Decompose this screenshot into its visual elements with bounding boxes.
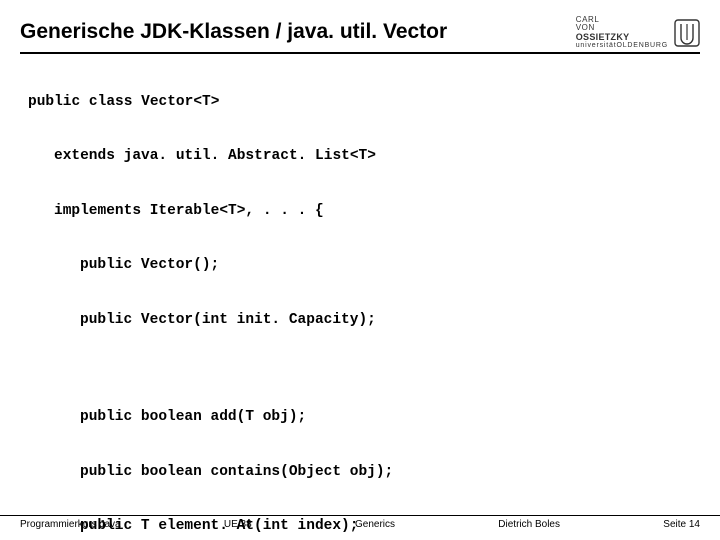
- code-line: implements Iterable<T>, . . . {: [20, 204, 700, 219]
- slide: Generische JDK-Klassen / java. util. Vec…: [0, 0, 720, 540]
- code-block: public class Vector<T> extends java. uti…: [20, 66, 700, 540]
- logo-text: CARL VON OSSIETZKY universitätOLDENBURG: [576, 16, 668, 50]
- footer-topic: Generics: [355, 519, 395, 530]
- footer-unit: UE 38: [224, 519, 252, 530]
- footer-page: Seite 14: [663, 519, 700, 530]
- footer-author: Dietrich Boles: [498, 519, 560, 530]
- code-line: public boolean add(T obj);: [20, 410, 700, 425]
- university-mark-icon: [674, 19, 700, 47]
- code-gap: [20, 367, 700, 381]
- code-line: public boolean contains(Object obj);: [20, 465, 700, 480]
- footer-course: Programmierkurs Java: [20, 519, 121, 530]
- university-logo: CARL VON OSSIETZKY universitätOLDENBURG: [576, 14, 700, 50]
- code-line: extends java. util. Abstract. List<T>: [20, 149, 700, 164]
- page-title: Generische JDK-Klassen / java. util. Vec…: [20, 14, 447, 44]
- title-row: Generische JDK-Klassen / java. util. Vec…: [20, 14, 700, 54]
- footer: Programmierkurs Java UE 38 Generics Diet…: [0, 515, 720, 530]
- logo-line-4: universitätOLDENBURG: [576, 42, 668, 49]
- logo-line-3: OSSIETZKY: [576, 33, 668, 42]
- code-line: public Vector();: [20, 258, 700, 273]
- code-line: public Vector(int init. Capacity);: [20, 313, 700, 328]
- code-line: public class Vector<T>: [20, 95, 700, 110]
